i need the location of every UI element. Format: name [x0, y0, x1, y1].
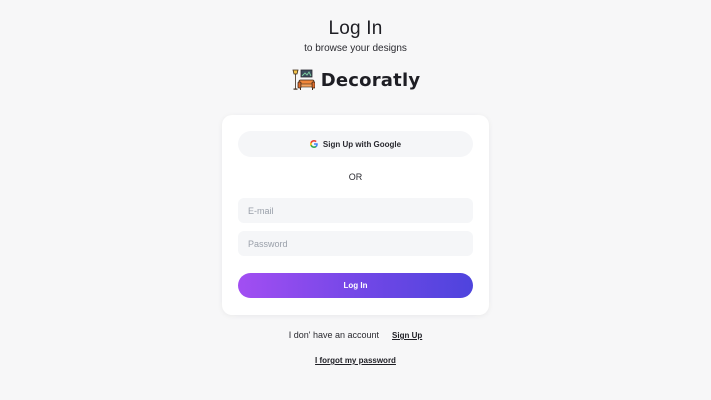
or-divider: OR	[348, 172, 363, 182]
brand-name: Decoratly	[320, 69, 421, 91]
account-prompt: I don' have an account	[288, 330, 380, 340]
furniture-sofa-lamp-icon	[291, 68, 316, 92]
google-icon	[309, 140, 318, 148]
login-card: Sign Up with Google OR Log In	[222, 115, 489, 315]
account-row: I don' have an account Sign Up	[0, 330, 711, 340]
email-field[interactable]	[238, 198, 473, 223]
login-button[interactable]: Log In	[238, 273, 473, 298]
forgot-password-link[interactable]: I forgot my password	[315, 356, 396, 365]
google-signup-button[interactable]: Sign Up with Google	[238, 131, 473, 157]
password-field[interactable]	[238, 231, 473, 256]
google-signup-label: Sign Up with Google	[322, 139, 402, 149]
page-title: Log In	[328, 18, 383, 39]
page-subtitle: to browse your designs	[304, 43, 407, 54]
forgot-password-row: I forgot my password	[0, 356, 711, 365]
brand: Decoratly	[0, 68, 711, 92]
signup-link[interactable]: Sign Up	[392, 331, 422, 340]
